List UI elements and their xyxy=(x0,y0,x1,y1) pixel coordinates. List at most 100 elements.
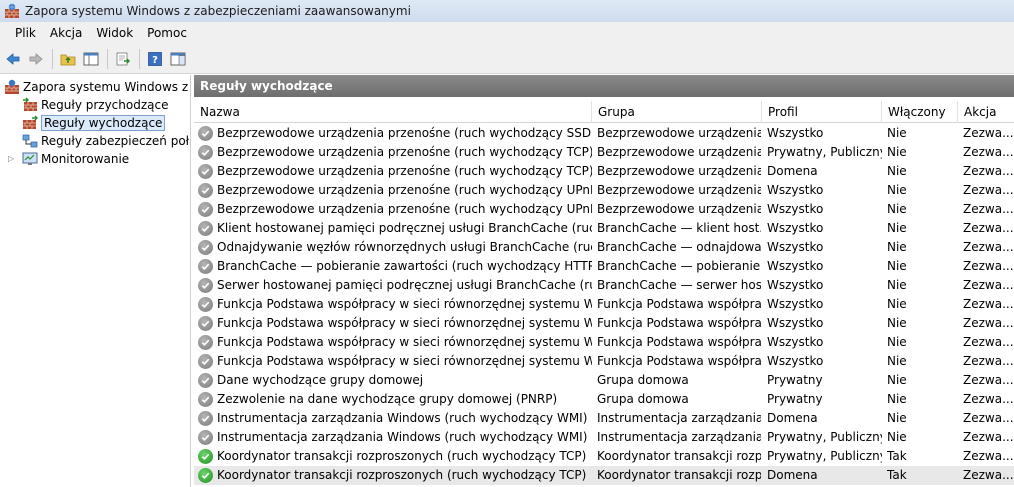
rule-group-cell: Grupa domowa xyxy=(597,373,689,387)
rule-enabled-cell: Nie xyxy=(887,392,907,406)
table-row[interactable]: Bezprzewodowe urządzenia przenośne (ruch… xyxy=(194,143,1014,162)
table-row[interactable]: Bezprzewodowe urządzenia przenośne (ruch… xyxy=(194,200,1014,219)
table-row[interactable]: Serwer hostowanej pamięci podręcznej usł… xyxy=(194,276,1014,295)
rule-enabled-cell: Nie xyxy=(887,316,907,330)
tree-item-outbound-rules[interactable]: Reguły wychodzące xyxy=(22,114,166,132)
window-title: Zapora systemu Windows z zabezpieczeniam… xyxy=(25,4,411,18)
rule-name-cell: Bezprzewodowe urządzenia przenośne (ruch… xyxy=(198,124,592,143)
back-button[interactable] xyxy=(2,48,24,70)
column-header-action[interactable]: Akcja xyxy=(957,101,1014,123)
rule-name-cell: Bezprzewodowe urządzenia przenośne (ruch… xyxy=(198,181,592,200)
rule-action-cell: Zezwa... xyxy=(963,392,1014,406)
rule-enabled-cell: Nie xyxy=(887,240,907,254)
toolbar-separator xyxy=(107,48,108,69)
column-header-profile[interactable]: Profil xyxy=(761,101,881,123)
tree-item-monitoring[interactable]: Monitorowanie xyxy=(22,150,129,168)
rule-action-cell: Zezwa... xyxy=(963,202,1014,216)
rule-action-cell: Zezwa... xyxy=(963,183,1014,197)
rule-name: Bezprzewodowe urządzenia przenośne (ruch… xyxy=(217,183,592,197)
connection-security-icon xyxy=(22,133,38,149)
tree-item-inbound-rules[interactable]: Reguły przychodzące xyxy=(22,96,168,114)
expand-arrow-icon[interactable]: ▷ xyxy=(8,154,14,163)
rule-name-cell: Koordynator transakcji rozproszonych (ru… xyxy=(198,466,592,485)
enabled-check-icon xyxy=(198,468,213,483)
table-row[interactable]: Koordynator transakcji rozproszonych (ru… xyxy=(194,466,1014,485)
rule-enabled-cell: Nie xyxy=(887,278,907,292)
disabled-check-icon xyxy=(198,183,213,198)
rule-group-cell: Bezprzewodowe urządzenia ... xyxy=(597,145,761,159)
export-list-button[interactable] xyxy=(112,48,134,70)
disabled-check-icon xyxy=(198,316,213,331)
rule-group-cell: Funkcja Podstawa współpra... xyxy=(597,297,761,311)
rule-name: Zezwolenie na dane wychodzące grupy domo… xyxy=(217,392,558,406)
rule-action-cell: Zezwa... xyxy=(963,335,1014,349)
toolbar-separator xyxy=(139,48,140,69)
help-icon: ? xyxy=(148,51,162,66)
rule-profile-cell: Wszystko xyxy=(767,335,824,349)
forward-button[interactable] xyxy=(25,48,47,70)
rule-action-cell: Zezwa... xyxy=(963,449,1014,463)
table-row[interactable]: Funkcja Podstawa współpracy w sieci równ… xyxy=(194,295,1014,314)
tree-item-connection-security-rules[interactable]: Reguły zabezpieczeń połącz xyxy=(22,132,190,150)
rule-name-cell: BranchCache — pobieranie zawartości (ruc… xyxy=(198,257,592,276)
disabled-check-icon xyxy=(198,240,213,255)
menu-action[interactable]: Akcja xyxy=(43,26,89,40)
column-header-enabled[interactable]: Włączony xyxy=(881,101,957,123)
rule-name: Funkcja Podstawa współpracy w sieci równ… xyxy=(217,354,592,368)
tree-connection-security-label: Reguły zabezpieczeń połącz xyxy=(41,134,190,148)
help-button[interactable]: ? xyxy=(144,48,166,70)
table-row[interactable]: Bezprzewodowe urządzenia przenośne (ruch… xyxy=(194,124,1014,143)
table-row[interactable]: Odnajdywanie węzłów równorzędnych usługi… xyxy=(194,238,1014,257)
table-row[interactable]: Bezprzewodowe urządzenia przenośne (ruch… xyxy=(194,162,1014,181)
rule-action-cell: Zezwa... xyxy=(963,297,1014,311)
rule-action-cell: Zezwa... xyxy=(963,373,1014,387)
menu-file[interactable]: Plik xyxy=(8,26,43,40)
rule-name-cell: Odnajdywanie węzłów równorzędnych usługi… xyxy=(198,238,592,257)
table-row[interactable]: Funkcja Podstawa współpracy w sieci równ… xyxy=(194,333,1014,352)
table-row[interactable]: Instrumentacja zarządzania Windows (ruch… xyxy=(194,428,1014,447)
rule-profile-cell: Domena xyxy=(767,411,818,425)
monitoring-icon xyxy=(22,151,38,167)
show-hide-action-pane-button[interactable] xyxy=(167,48,189,70)
rule-name: Serwer hostowanej pamięci podręcznej usł… xyxy=(217,278,592,292)
disabled-check-icon xyxy=(198,202,213,217)
table-row[interactable]: BranchCache — pobieranie zawartości (ruc… xyxy=(194,257,1014,276)
rule-action-cell: Zezwa... xyxy=(963,316,1014,330)
show-hide-console-tree-button[interactable] xyxy=(80,48,102,70)
disabled-check-icon xyxy=(198,373,213,388)
rule-enabled-cell: Nie xyxy=(887,164,907,178)
column-header-group[interactable]: Grupa xyxy=(591,101,761,123)
outbound-rules-icon xyxy=(22,115,38,131)
rule-group-cell: Koordynator transakcji rozpr... xyxy=(597,449,761,463)
rule-group-cell: Funkcja Podstawa współpra... xyxy=(597,316,761,330)
table-row[interactable]: Dane wychodzące grupy domowej Grupa domow… xyxy=(194,371,1014,390)
rule-name-cell: Bezprzewodowe urządzenia przenośne (ruch… xyxy=(198,143,592,162)
rule-name-cell: Serwer hostowanej pamięci podręcznej usł… xyxy=(198,276,592,295)
table-row[interactable]: Bezprzewodowe urządzenia przenośne (ruch… xyxy=(194,181,1014,200)
table-row[interactable]: Koordynator transakcji rozproszonych (ru… xyxy=(194,447,1014,466)
column-header-name[interactable]: Nazwa xyxy=(194,101,591,123)
table-row[interactable]: Funkcja Podstawa współpracy w sieci równ… xyxy=(194,352,1014,371)
rule-profile-cell: Prywatny xyxy=(767,373,823,387)
title-bar: Zapora systemu Windows z zabezpieczeniam… xyxy=(0,0,1014,22)
toolbar-separator xyxy=(52,48,53,69)
table-row[interactable]: Klient hostowanej pamięci podręcznej usł… xyxy=(194,219,1014,238)
rule-group-cell: Koordynator transakcji rozpr... xyxy=(597,468,761,482)
menu-help[interactable]: Pomoc xyxy=(140,26,194,40)
console-tree-icon xyxy=(83,52,99,65)
tree-item-root[interactable]: Zapora systemu Windows z zab xyxy=(4,78,190,96)
table-row[interactable]: Instrumentacja zarządzania Windows (ruch… xyxy=(194,409,1014,428)
disabled-check-icon xyxy=(198,221,213,236)
table-row[interactable]: Funkcja Podstawa współpracy w sieci równ… xyxy=(194,314,1014,333)
disabled-check-icon xyxy=(198,411,213,426)
tree-inbound-label: Reguły przychodzące xyxy=(41,98,169,112)
enabled-check-icon xyxy=(198,449,213,464)
rule-group-cell: BranchCache — pobieranie ... xyxy=(597,259,761,273)
up-folder-button[interactable] xyxy=(57,48,79,70)
rule-name-cell: Bezprzewodowe urządzenia przenośne (ruch… xyxy=(198,162,592,181)
rule-action-cell: Zezwa... xyxy=(963,145,1014,159)
disabled-check-icon xyxy=(198,259,213,274)
rule-name: Instrumentacja zarządzania Windows (ruch… xyxy=(217,411,588,425)
menu-view[interactable]: Widok xyxy=(89,26,140,40)
table-row[interactable]: Zezwolenie na dane wychodzące grupy domo… xyxy=(194,390,1014,409)
